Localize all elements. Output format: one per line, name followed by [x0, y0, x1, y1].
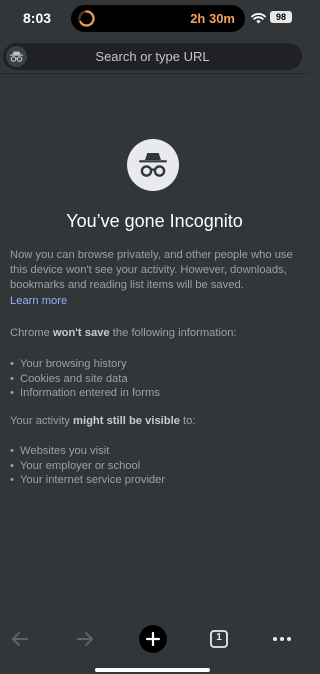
status-bar: 8:03 2h 30m 98: [0, 0, 309, 38]
tab-count: 1: [216, 632, 222, 643]
incognito-ntp-content: You’ve gone Incognito Now you can browse…: [0, 74, 309, 614]
wont-save-suffix: the following information:: [109, 327, 237, 339]
list-item-text: Your employer or school: [20, 459, 141, 472]
learn-more-link[interactable]: Learn more: [10, 295, 67, 307]
dynamic-island[interactable]: 2h 30m: [71, 5, 245, 32]
page-title: You’ve gone Incognito: [66, 211, 243, 231]
list-item: • Your internet service provider: [10, 473, 300, 488]
timer-icon: [78, 10, 95, 27]
tab-switcher-icon[interactable]: 1: [204, 624, 234, 654]
visible-bold: might still be visible: [73, 415, 180, 427]
visible-heading: Your activity might still be visible to:: [10, 415, 196, 427]
home-indicator[interactable]: [95, 668, 210, 672]
wont-save-prefix: Chrome: [10, 327, 53, 339]
list-item-text: Your internet service provider: [20, 474, 166, 486]
wifi-icon: [251, 11, 266, 24]
visible-suffix: to:: [179, 415, 196, 427]
status-time: 8:03: [23, 10, 52, 26]
more-menu-icon[interactable]: [267, 624, 297, 654]
list-item-text: Websites you visit: [20, 445, 110, 457]
intro-paragraph: Now you can browse privately, and other …: [10, 249, 293, 291]
forward-arrow-icon[interactable]: [70, 624, 100, 654]
list-item-text: Information entered in forms: [20, 387, 160, 399]
incognito-screen: 8:03 2h 30m 98 Search or type URL You’ve…: [0, 0, 309, 674]
incognito-icon: [127, 139, 179, 191]
wont-save-bold: won't save: [52, 327, 110, 339]
bullet: •: [10, 445, 14, 457]
list-item-text: Cookies and site data: [20, 372, 128, 385]
island-timer-text: 2h 30m: [190, 11, 235, 26]
list-item-text: Your browsing history: [20, 358, 127, 370]
list-item: • Your browsing history: [10, 357, 300, 372]
list-item: • Websites you visit: [10, 444, 300, 459]
wont-save-heading: Chrome won't save the following informat…: [10, 327, 237, 339]
wont-save-list: • Your browsing history • Cookies and site…: [10, 357, 300, 401]
battery-icon: 98: [270, 11, 292, 23]
bullet: •: [10, 474, 14, 486]
list-item: • Cookies and site data: [10, 372, 300, 387]
bullet: •: [10, 372, 14, 385]
bullet: •: [10, 358, 14, 370]
back-arrow-icon[interactable]: [5, 624, 35, 654]
list-item: • Your employer or school: [10, 459, 300, 474]
new-tab-plus-icon[interactable]: [138, 624, 168, 654]
bullet: •: [10, 387, 14, 399]
visible-prefix: Your activity: [10, 415, 74, 427]
toolbar: Search or type URL: [0, 40, 309, 74]
bottom-toolbar: 1: [0, 614, 309, 674]
visible-list: • Websites you visit • Your employer or sc…: [10, 444, 300, 488]
omnibox[interactable]: Search or type URL: [3, 43, 302, 70]
omnibox-placeholder: Search or type URL: [95, 49, 210, 64]
bullet: •: [10, 459, 14, 472]
list-item: • Information entered in forms: [10, 386, 300, 401]
